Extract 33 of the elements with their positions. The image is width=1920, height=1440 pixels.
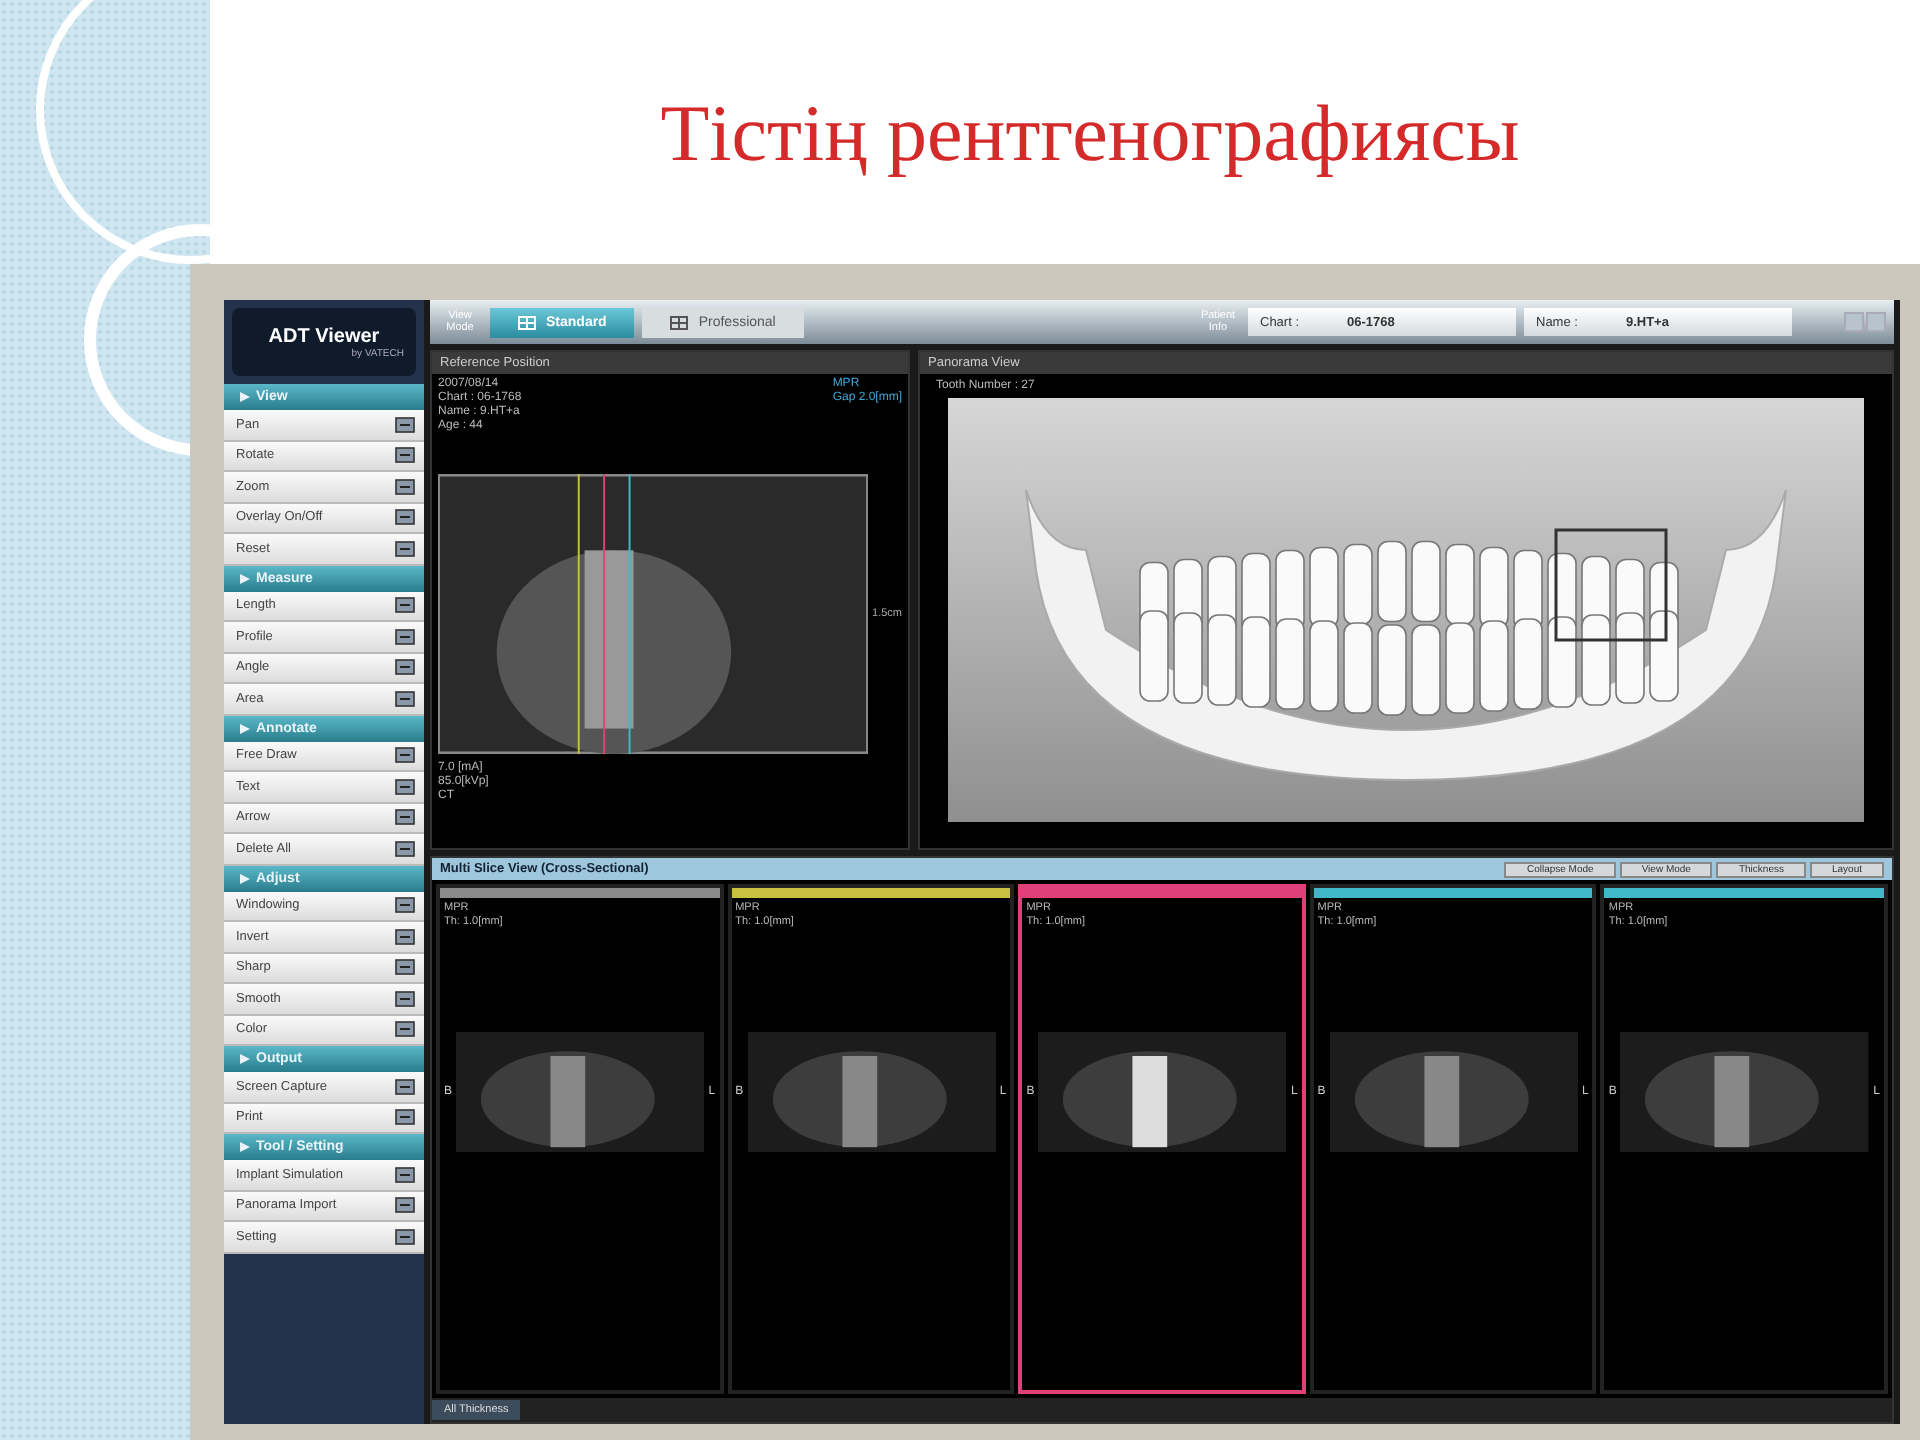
tool-icon bbox=[394, 596, 416, 615]
tool-icon bbox=[394, 415, 416, 434]
slide-title: Тістің рентгенографиясы bbox=[660, 85, 1520, 179]
triangle-icon bbox=[240, 723, 250, 733]
tool-icon bbox=[394, 746, 416, 765]
tool-icon bbox=[394, 627, 416, 646]
triangle-icon bbox=[240, 1142, 250, 1152]
triangle-icon bbox=[240, 1054, 250, 1064]
tool-icon bbox=[394, 689, 416, 708]
tool-icon bbox=[394, 1020, 416, 1039]
triangle-icon bbox=[240, 573, 250, 583]
tool-icon bbox=[394, 1196, 416, 1215]
tool-icon bbox=[394, 1165, 416, 1184]
tool-icon bbox=[394, 477, 416, 496]
tool-icon bbox=[394, 839, 416, 858]
tool-icon bbox=[394, 446, 416, 465]
tool-icon bbox=[394, 1227, 416, 1246]
tool-icon bbox=[394, 1108, 416, 1127]
tool-icon bbox=[394, 896, 416, 915]
triangle-icon bbox=[240, 873, 250, 883]
triangle-icon bbox=[240, 392, 250, 402]
tool-icon bbox=[394, 508, 416, 527]
grid-icon bbox=[670, 315, 689, 329]
tool-icon bbox=[394, 927, 416, 946]
tool-icon bbox=[394, 958, 416, 977]
tool-icon bbox=[394, 777, 416, 796]
grid-icon bbox=[518, 315, 536, 329]
tool-icon bbox=[394, 808, 416, 827]
tool-icon bbox=[394, 989, 416, 1008]
tool-icon bbox=[394, 1077, 416, 1096]
tool-icon bbox=[394, 658, 416, 677]
tool-icon bbox=[394, 539, 416, 558]
window-buttons-icon[interactable] bbox=[1844, 312, 1886, 332]
